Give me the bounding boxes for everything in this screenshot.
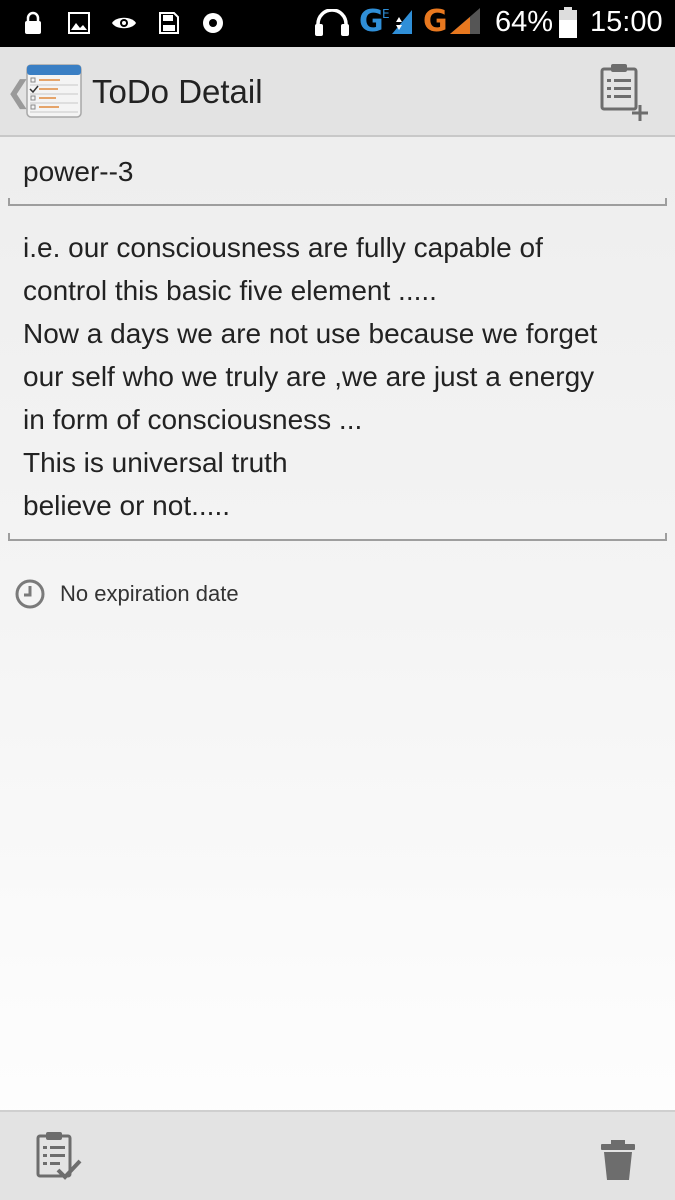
clock: 15:00: [590, 6, 663, 38]
todo-notes-field[interactable]: i.e. our consciousness are fully capable…: [8, 220, 667, 541]
clock-icon: [14, 578, 46, 610]
page-title: ToDo Detail: [92, 73, 263, 110]
checklist-icon[interactable]: [34, 1130, 86, 1184]
app-todo-icon[interactable]: [26, 63, 82, 119]
lock-icon: [22, 10, 44, 36]
todo-title-field[interactable]: power--3: [8, 140, 667, 206]
trash-icon[interactable]: [596, 1130, 640, 1184]
todo-title-text: power--3: [23, 156, 134, 187]
sd-card-icon: [158, 10, 180, 36]
media-icon: [202, 10, 224, 36]
signal-strength-icon: [448, 8, 482, 34]
add-todo-icon[interactable]: [598, 61, 658, 123]
signal-icon: E: [382, 7, 418, 34]
headphones-icon: [314, 9, 350, 36]
notes-line: our self who we truly are ,we are just a…: [23, 361, 595, 392]
expiration-label: No expiration date: [60, 581, 239, 606]
status-bar: G E G 64% 15:00: [0, 0, 675, 47]
notes-line: This is universal truth: [23, 447, 288, 478]
image-icon: [67, 10, 91, 36]
battery-icon: [557, 6, 579, 40]
network-type-1: G: [359, 4, 384, 39]
eye-icon: [111, 10, 137, 36]
svg-text:E: E: [382, 7, 390, 21]
notes-line: control this basic five element .....: [23, 275, 437, 306]
notes-line: believe or not.....: [23, 490, 231, 521]
action-bar: ❮ ToDo Detail: [0, 47, 675, 137]
bottom-action-bar: [0, 1110, 675, 1200]
battery-percent: 64%: [495, 6, 554, 38]
notes-line: Now a days we are not use because we for…: [23, 318, 598, 349]
notes-line: in form of consciousness ...: [23, 404, 363, 435]
notes-line: i.e. our consciousness are fully capable…: [23, 232, 543, 263]
network-type-2: G: [423, 4, 448, 39]
